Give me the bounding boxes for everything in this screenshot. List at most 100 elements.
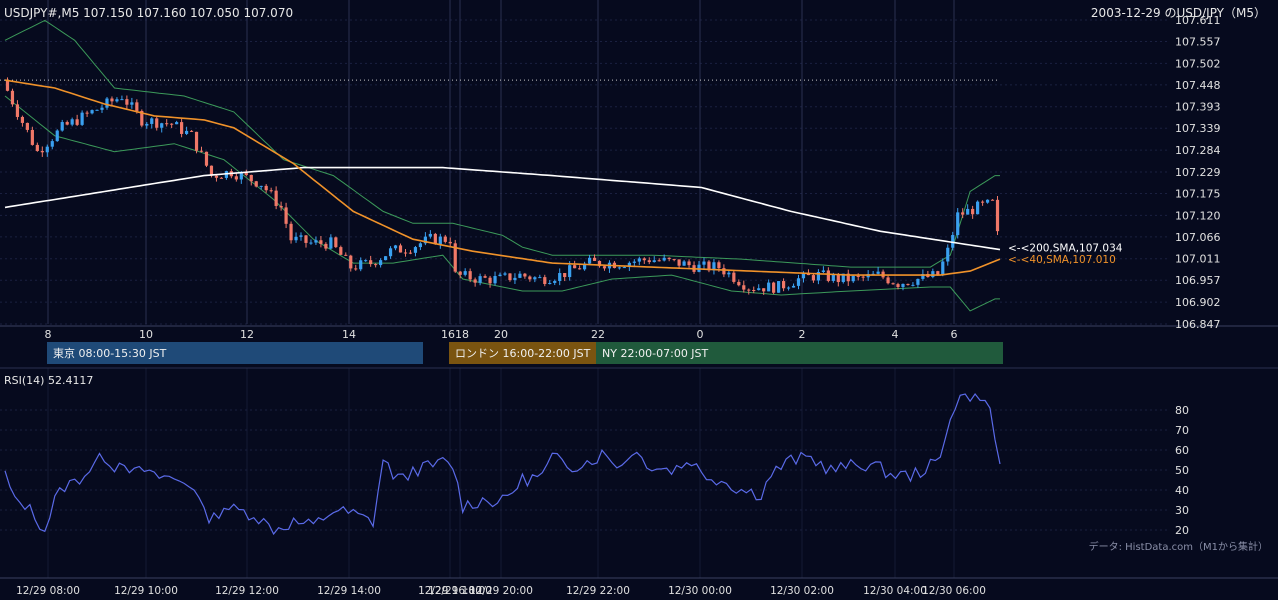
candle-body bbox=[911, 284, 915, 286]
candle-body bbox=[732, 272, 736, 282]
price-tick-label: 106.957 bbox=[1175, 274, 1221, 287]
price-tick-label: 107.175 bbox=[1175, 187, 1221, 200]
rsi-tick-label: 20 bbox=[1175, 524, 1189, 537]
candle-body bbox=[135, 102, 139, 111]
candle-body bbox=[334, 237, 338, 248]
candle-body bbox=[563, 273, 567, 278]
candle-body bbox=[100, 107, 104, 110]
candle-body bbox=[637, 258, 641, 262]
candle-body bbox=[150, 118, 154, 124]
candle-body bbox=[55, 130, 59, 142]
candle-body bbox=[175, 122, 179, 125]
candle-body bbox=[767, 282, 771, 292]
candle-body bbox=[796, 278, 801, 286]
candle-body bbox=[861, 276, 865, 278]
time-label: 12/30 00:00 bbox=[668, 585, 732, 597]
candle-body bbox=[70, 119, 74, 125]
candle-body bbox=[155, 118, 159, 128]
candle-body bbox=[299, 235, 303, 237]
candle-body bbox=[65, 122, 69, 125]
candle-body bbox=[60, 122, 64, 131]
candle-body bbox=[35, 144, 39, 151]
candle-body bbox=[737, 281, 741, 286]
candle-body bbox=[458, 271, 462, 275]
candle-body bbox=[528, 276, 532, 280]
candle-body bbox=[254, 181, 258, 187]
attribution: データ: HistData.com（M1から集計） bbox=[1089, 540, 1268, 553]
time-label: 12/29 08:00 bbox=[16, 585, 80, 597]
candle-body bbox=[821, 270, 825, 272]
candle-body bbox=[15, 104, 20, 117]
candle-body bbox=[786, 287, 791, 289]
candle-body bbox=[762, 288, 766, 292]
candle-body bbox=[647, 260, 651, 263]
candle-body bbox=[349, 255, 353, 269]
sma-annotation: <-<40,SMA,107.010 bbox=[1008, 254, 1116, 266]
candle-body bbox=[667, 257, 671, 260]
candle-body bbox=[438, 236, 442, 245]
candle-body bbox=[398, 245, 403, 253]
candle-body bbox=[319, 240, 323, 244]
chart-canvas[interactable]: <-<200,SMA,107.034<-<40,SMA,107.010 107.… bbox=[0, 0, 1278, 600]
candle-body bbox=[951, 235, 955, 248]
hour-tick-label: 8 bbox=[45, 328, 52, 341]
candle-body bbox=[722, 268, 726, 275]
candle-body bbox=[976, 201, 980, 215]
candle-body bbox=[339, 247, 343, 255]
candle-body bbox=[324, 243, 328, 249]
hour-axis: 8 10 12 14 16 18 20 22 0 2 4 6 bbox=[45, 328, 958, 341]
hour-tick-label: 4 bbox=[892, 328, 899, 341]
price-tick-label: 106.902 bbox=[1175, 296, 1221, 309]
candle-body bbox=[677, 259, 681, 266]
candle-body bbox=[662, 257, 666, 261]
candle-body bbox=[498, 274, 502, 277]
candle-body bbox=[956, 212, 960, 236]
session-bars: 東京 08:00-15:30 JST ロンドン 16:00-22:00 JST NY… bbox=[47, 342, 1003, 364]
candle-body bbox=[558, 273, 562, 281]
candle-body bbox=[145, 123, 149, 126]
time-label: 12/30 02:00 bbox=[770, 585, 834, 597]
candle-body bbox=[30, 129, 34, 145]
hour-tick-label: 20 bbox=[494, 328, 508, 341]
candle-body bbox=[184, 130, 189, 134]
candle-body bbox=[199, 150, 204, 152]
candle-body bbox=[448, 241, 452, 244]
candle-body bbox=[906, 283, 910, 285]
candle-body bbox=[413, 247, 418, 253]
price-tick-label: 107.339 bbox=[1175, 122, 1221, 135]
candle-body bbox=[483, 276, 487, 278]
candle-body bbox=[548, 282, 552, 285]
candle-body bbox=[249, 174, 253, 182]
hour-tick-label: 2 bbox=[799, 328, 806, 341]
session-label: NY 22:00-07:00 JST bbox=[602, 347, 709, 360]
candle-body bbox=[120, 99, 124, 101]
candle-body bbox=[473, 279, 477, 283]
rsi-tick-label: 30 bbox=[1175, 504, 1189, 517]
candle-body bbox=[309, 242, 313, 244]
candle-body bbox=[180, 122, 184, 134]
candle-body bbox=[672, 259, 676, 261]
candle-body bbox=[443, 236, 447, 242]
time-label: 12/29 22:00 bbox=[566, 585, 630, 597]
rsi-line bbox=[4, 392, 1001, 536]
candle-body bbox=[393, 245, 398, 249]
candle-body bbox=[294, 236, 298, 241]
candle-body bbox=[468, 271, 472, 280]
chart-title: 2003-12-29 のUSD/JPY（M5） bbox=[1091, 6, 1266, 20]
candle-body bbox=[896, 284, 900, 287]
candle-body bbox=[742, 285, 746, 290]
candle-body bbox=[364, 260, 368, 262]
candle-body bbox=[508, 273, 512, 281]
candle-body bbox=[274, 190, 278, 206]
candle-body bbox=[75, 119, 79, 125]
hour-tick-label: 14 bbox=[342, 328, 356, 341]
candle-body bbox=[652, 260, 656, 263]
candle-body bbox=[379, 260, 383, 266]
hour-tick-label: 16 bbox=[441, 328, 455, 341]
candle-body bbox=[214, 175, 219, 178]
candle-body bbox=[10, 90, 15, 105]
candle-body bbox=[901, 283, 905, 287]
candle-body bbox=[383, 256, 388, 261]
candle-body bbox=[538, 277, 542, 279]
candle-body bbox=[25, 122, 29, 130]
